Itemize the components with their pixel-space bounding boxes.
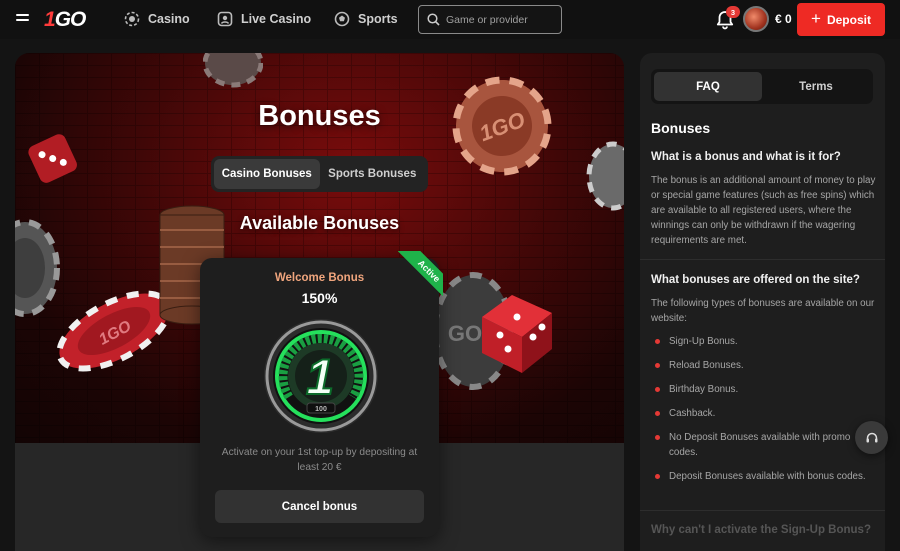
- faq-question-2[interactable]: What bonuses are offered on the site?: [651, 274, 860, 286]
- tab-casino-bonuses[interactable]: Casino Bonuses: [214, 159, 320, 189]
- search-icon: [427, 13, 440, 26]
- balance[interactable]: € 0: [775, 12, 792, 26]
- bonus-description: Activate on your 1st top-up by depositin…: [221, 447, 418, 473]
- nav-casino-label: Casino: [148, 12, 190, 26]
- list-item: Birthday Bonus.: [655, 382, 874, 397]
- bonus-name: Welcome Bonus: [274, 272, 365, 284]
- soccer-ball-icon: [334, 11, 350, 27]
- nav-live-casino[interactable]: Live Casino: [217, 11, 311, 27]
- chip-decoration: [203, 53, 263, 88]
- red-dice-decoration: [28, 134, 77, 183]
- nav-sports-label: Sports: [358, 12, 398, 26]
- faq-heading: Bonuses: [651, 120, 711, 136]
- deposit-label: Deposit: [826, 12, 871, 27]
- list-item: Deposit Bonuses available with bonus cod…: [655, 469, 874, 484]
- bonus-percent: 150%: [301, 290, 338, 306]
- bonus-type-tabs: Casino Bonuses Sports Bonuses: [211, 156, 428, 192]
- faq-divider: [640, 510, 885, 511]
- faq-terms-tabs: FAQ Terms: [651, 69, 873, 104]
- list-item: Cashback.: [655, 406, 874, 421]
- page-title: Bonuses: [258, 100, 381, 132]
- avatar[interactable]: [743, 6, 769, 32]
- nav-live-casino-label: Live Casino: [241, 12, 312, 26]
- bonus-medal-icon: 1 100: [264, 319, 378, 433]
- nav-casino[interactable]: Casino: [124, 11, 190, 27]
- menu-icon[interactable]: [16, 14, 29, 24]
- list-item: No Deposit Bonuses available with promo …: [655, 430, 874, 460]
- medal-number: 1: [306, 349, 334, 405]
- tab-faq[interactable]: FAQ: [654, 72, 762, 101]
- live-casino-icon: [217, 11, 233, 27]
- faq-question-1[interactable]: What is a bonus and what is it for?: [651, 151, 841, 163]
- faq-divider: [640, 259, 885, 260]
- notification-badge: 3: [726, 6, 740, 18]
- faq-answer-1: The bonus is an additional amount of mon…: [651, 175, 876, 246]
- casino-chip-icon: [124, 11, 140, 27]
- deposit-button[interactable]: + Deposit: [797, 3, 885, 36]
- tab-terms[interactable]: Terms: [762, 72, 870, 101]
- nav-sports[interactable]: Sports: [334, 11, 398, 27]
- cancel-bonus-button[interactable]: Cancel bonus: [215, 490, 424, 523]
- search-box[interactable]: [418, 5, 562, 34]
- gray-chip-decoration: [586, 141, 624, 211]
- available-bonuses-heading: Available Bonuses: [239, 213, 400, 233]
- tab-sports-bonuses[interactable]: Sports Bonuses: [320, 159, 426, 189]
- search-input[interactable]: [446, 13, 556, 26]
- red-dice-decoration: [482, 295, 552, 373]
- logo[interactable]: 1GO: [44, 8, 86, 32]
- list-item: Sign-Up Bonus.: [655, 334, 874, 349]
- headset-icon: [866, 432, 877, 442]
- faq-question-3[interactable]: Why can't I activate the Sign-Up Bonus?: [651, 524, 871, 536]
- medal-scale: 100: [315, 406, 327, 413]
- plus-icon: +: [811, 9, 821, 28]
- support-chat-button[interactable]: [855, 421, 888, 454]
- top-header: 1GO Casino Live Casino Sports 3 € 0 + De…: [0, 0, 900, 39]
- list-item: Reload Bonuses.: [655, 358, 874, 373]
- faq-answer-2: The following types of bonuses are avail…: [651, 298, 875, 324]
